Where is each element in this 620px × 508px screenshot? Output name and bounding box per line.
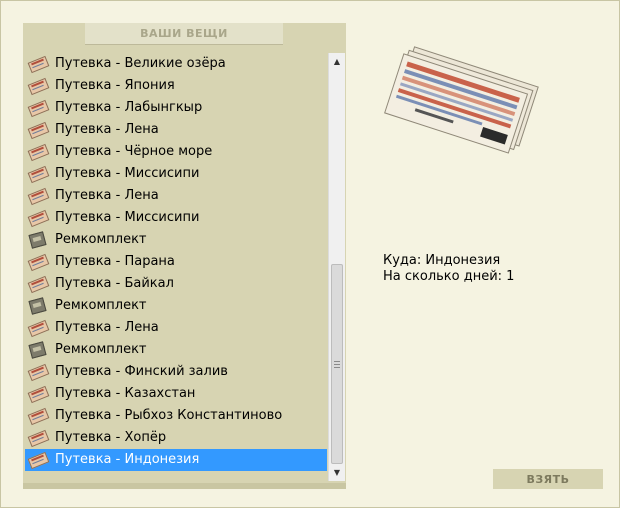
list-item[interactable]: Ремкомплект [25,229,327,251]
list-item-label: Путевка - Великие озёра [55,56,226,71]
list-item[interactable]: Путевка - Лабынгкыр [25,97,327,119]
list-item-label: Ремкомплект [55,342,147,357]
ticket-bundle-image [379,45,549,165]
ticket-icon [27,55,50,74]
ticket-icon [27,121,50,140]
list-item[interactable]: Путевка - Рыбхоз Константиново [25,405,327,427]
list-item-label: Путевка - Байкал [55,276,174,291]
ticket-icon [27,77,50,96]
ticket-icon [27,143,50,162]
ticket-icon [27,407,50,426]
list-item[interactable]: Путевка - Лена [25,317,327,339]
list-item-label: Путевка - Миссисипи [55,166,200,181]
list-item[interactable]: Путевка - Великие озёра [25,53,327,75]
list-item[interactable]: Путевка - Чёрное море [25,141,327,163]
list-item-label: Путевка - Лена [55,188,159,203]
list-item[interactable]: Путевка - Казахстан [25,383,327,405]
list-item-label: Путевка - Лена [55,122,159,137]
list-item[interactable]: Путевка - Лена [25,185,327,207]
grip-icon [334,360,340,368]
list-item-label: Путевка - Чёрное море [55,144,213,159]
list-item[interactable]: Путевка - Финский залив [25,361,327,383]
scroll-thumb[interactable] [331,264,343,464]
list-scrollbar[interactable]: ▲ ▼ [328,53,345,481]
destination-text: Куда: Индонезия [383,253,501,268]
list-item-label: Путевка - Парана [55,254,175,269]
list-item-label: Путевка - Рыбхоз Константиново [55,408,283,423]
scroll-up-arrow-icon[interactable]: ▲ [329,53,345,70]
ticket-icon [27,253,50,272]
list-item-label: Путевка - Финский залив [55,364,228,379]
scroll-down-arrow-icon[interactable]: ▼ [329,464,345,481]
take-button[interactable]: ВЗЯТЬ [493,469,603,489]
list-item[interactable]: Путевка - Миссисипи [25,163,327,185]
list-item-label: Ремкомплект [55,232,147,247]
list-item[interactable]: Путевка - Миссисипи [25,207,327,229]
panel-bottom-strip [23,483,346,489]
list-item-label: Путевка - Хопёр [55,430,167,445]
list-item-label: Путевка - Казахстан [55,386,196,401]
list-item[interactable]: Путевка - Байкал [25,273,327,295]
list-item-label: Путевка - Индонезия [55,452,200,467]
ticket-icon [27,187,50,206]
list-item-label: Путевка - Япония [55,78,175,93]
days-text: На сколько дней: 1 [383,269,515,284]
list-item-label: Путевка - Миссисипи [55,210,200,225]
ticket-icon [27,99,50,118]
ticket-icon [27,363,50,382]
list-item[interactable]: Путевка - Лена [25,119,327,141]
repair-kit-icon [27,297,49,315]
list-item-label: Ремкомплект [55,298,147,313]
inventory-window: ВАШИ ВЕЩИ Путевка - Великие озёра Путевка… [0,0,620,508]
item-list[interactable]: Путевка - Великие озёра Путевка - Япония П… [25,53,327,480]
list-item[interactable]: Ремкомплект [25,339,327,361]
ticket-icon [27,275,50,294]
ticket-icon [27,429,50,448]
list-item[interactable]: Путевка - Индонезия [25,449,327,471]
list-item[interactable]: Ремкомплект [25,295,327,317]
item-details: Куда: Индонезия На сколько дней: 1 [383,253,514,285]
list-item[interactable]: Путевка - Япония [25,75,327,97]
ticket-icon [27,451,50,470]
repair-kit-icon [27,341,49,359]
ticket-bundle-icon [384,46,539,154]
list-item-label: Путевка - Лабынгкыр [55,100,203,115]
ticket-icon [27,165,50,184]
list-item[interactable]: Путевка - Хопёр [25,427,327,449]
ticket-icon [27,385,50,404]
repair-kit-icon [27,231,49,249]
list-item-label: Путевка - Лена [55,320,159,335]
list-item[interactable]: Путевка - Парана [25,251,327,273]
ticket-icon [27,209,50,228]
ticket-icon [27,319,50,338]
panel-title: ВАШИ ВЕЩИ [85,23,283,45]
